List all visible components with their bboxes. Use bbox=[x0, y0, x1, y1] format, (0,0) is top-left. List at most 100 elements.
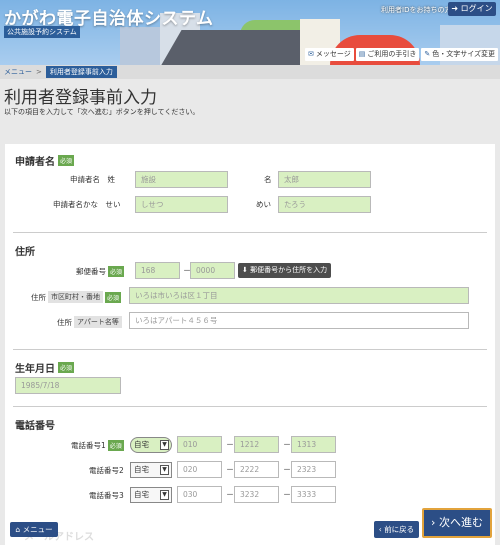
apartment-label: 住所 アパート名等 bbox=[57, 316, 124, 328]
breadcrumb-current: 利用者登録事前入力 bbox=[45, 66, 117, 78]
address-title-text: 住所 bbox=[15, 247, 35, 258]
message-link[interactable]: ✉ メッセージ bbox=[304, 48, 354, 61]
phone-section-title: 電話番号 bbox=[15, 417, 55, 432]
zip-lookup-button[interactable]: ⬇ 郵便番号から住所を入力 bbox=[238, 263, 332, 278]
login-button[interactable]: ➜ ログイン bbox=[448, 2, 496, 16]
form-panel: 申請者名 必須 申請者名 姓 施設 名 太郎 申請者名かな せい しせつ めい … bbox=[5, 144, 495, 545]
message-icon: ✉ bbox=[307, 50, 314, 58]
menu-button[interactable]: ⌂ メニュー bbox=[10, 522, 58, 537]
phone2-label: 電話番号2 bbox=[89, 466, 124, 475]
zip-label-text: 郵便番号 bbox=[76, 267, 106, 276]
road-illustration bbox=[158, 30, 322, 65]
next-button-label: 次へ進む bbox=[438, 516, 483, 529]
phone1-part3-input[interactable]: 1313 bbox=[291, 436, 336, 453]
kana-label: 申請者名かな せい bbox=[53, 200, 121, 209]
header-banner: かがわ電子自治体システム 公共施設予約システム 利用者IDをお持ちの方 ➜ ログ… bbox=[0, 0, 500, 65]
phone-dash: － bbox=[226, 440, 234, 449]
phone3-type-select[interactable]: 自宅 ▼ bbox=[130, 487, 172, 503]
required-badge: 必須 bbox=[58, 155, 75, 166]
address-input[interactable]: いろは市いろは区１丁目 bbox=[129, 287, 469, 304]
zip-label: 郵便番号 必須 bbox=[76, 266, 125, 277]
phone-dash: － bbox=[226, 465, 234, 474]
birthday-input[interactable]: 1985/7/18 bbox=[15, 377, 121, 394]
phone3-part1-input[interactable]: 030 bbox=[177, 486, 222, 503]
first-name-input[interactable]: 太郎 bbox=[278, 171, 371, 188]
login-label: ログイン bbox=[460, 4, 493, 13]
display-settings-label: 色・文字サイズ変更 bbox=[432, 50, 495, 58]
phone-dash: － bbox=[283, 490, 291, 499]
back-button-label: 前に戻る bbox=[384, 525, 415, 534]
address-label: 住所 市区町村・番地 必須 bbox=[31, 291, 122, 303]
phone3-part2-input[interactable]: 3232 bbox=[234, 486, 279, 503]
phone2-type-value: 自宅 bbox=[134, 465, 149, 474]
phone2-part1-input[interactable]: 020 bbox=[177, 461, 222, 478]
phone2-part3-input[interactable]: 2323 bbox=[291, 461, 336, 478]
login-icon: ➜ bbox=[451, 4, 459, 13]
phone2-type-select[interactable]: 自宅 ▼ bbox=[130, 462, 172, 478]
section-divider bbox=[13, 406, 487, 407]
phone-dash: － bbox=[226, 490, 234, 499]
phone3-label: 電話番号3 bbox=[89, 491, 124, 500]
has-user-id-link[interactable]: 利用者IDをお持ちの方 bbox=[381, 5, 451, 15]
first-name-label: 名 bbox=[264, 175, 272, 184]
guide-link[interactable]: ▤ ご利用の手引き bbox=[355, 48, 420, 61]
address-tag: 市区町村・番地 bbox=[48, 291, 103, 303]
display-settings-link[interactable]: ✎ 色・文字サイズ変更 bbox=[421, 48, 498, 61]
first-kana-label: めい bbox=[256, 200, 271, 209]
guide-link-label: ご利用の手引き bbox=[367, 50, 417, 58]
phone-title-text: 電話番号 bbox=[15, 421, 55, 432]
guide-icon: ▤ bbox=[358, 50, 366, 58]
last-name-kana-input[interactable]: しせつ bbox=[135, 196, 228, 213]
zip-first-input[interactable]: 168 bbox=[135, 262, 180, 279]
chevron-down-icon: ▼ bbox=[160, 440, 169, 450]
zip-lookup-label: 郵便番号から住所を入力 bbox=[250, 266, 328, 274]
required-badge: 必須 bbox=[58, 362, 75, 373]
phone1-label-text: 電話番号1 bbox=[71, 441, 106, 450]
birthday-section-title: 生年月日 必須 bbox=[15, 360, 75, 375]
birthday-title-text: 生年月日 bbox=[15, 364, 55, 375]
chevron-down-icon: ▼ bbox=[160, 465, 169, 475]
menu-button-label: メニュー bbox=[22, 525, 53, 534]
phone-dash: － bbox=[283, 465, 291, 474]
phone1-type-select[interactable]: 自宅 ▼ bbox=[130, 437, 172, 453]
chevron-right-icon: › bbox=[431, 516, 436, 529]
phone1-part2-input[interactable]: 1212 bbox=[234, 436, 279, 453]
applicant-title-text: 申請者名 bbox=[15, 157, 55, 168]
next-button[interactable]: › 次へ進む bbox=[422, 508, 492, 538]
phone1-type-value: 自宅 bbox=[134, 440, 149, 449]
pencil-icon: ✎ bbox=[424, 50, 431, 58]
zip-second-input[interactable]: 0000 bbox=[190, 262, 235, 279]
chevron-down-icon: ▼ bbox=[160, 490, 169, 500]
apartment-tag: アパート名等 bbox=[74, 316, 122, 328]
phone1-part1-input[interactable]: 010 bbox=[177, 436, 222, 453]
message-link-label: メッセージ bbox=[315, 50, 351, 58]
apartment-input[interactable]: いろはアパート４５６号 bbox=[129, 312, 469, 329]
section-divider bbox=[13, 349, 487, 350]
phone-dash: － bbox=[283, 440, 291, 449]
last-name-label: 申請者名 姓 bbox=[70, 175, 115, 184]
chevron-left-icon: ‹ bbox=[378, 525, 382, 534]
page-title: 利用者登録事前入力 bbox=[4, 88, 157, 108]
required-badge: 必須 bbox=[107, 440, 124, 451]
phone3-part3-input[interactable]: 3333 bbox=[291, 486, 336, 503]
section-divider bbox=[13, 232, 487, 233]
required-badge: 必須 bbox=[105, 291, 122, 303]
back-button[interactable]: ‹ 前に戻る bbox=[374, 521, 419, 538]
required-badge: 必須 bbox=[108, 266, 125, 277]
instruction-text: 以下の項目を入力して「次へ進む」ボタンを押してください。 bbox=[4, 108, 200, 116]
first-name-kana-input[interactable]: たろう bbox=[278, 196, 371, 213]
last-name-input[interactable]: 施設 bbox=[135, 171, 228, 188]
home-icon: ⌂ bbox=[15, 525, 21, 534]
address-section-title: 住所 bbox=[15, 243, 35, 258]
breadcrumb-menu-link[interactable]: メニュー bbox=[4, 67, 32, 77]
address-label-text: 住所 bbox=[31, 292, 46, 302]
phone3-type-value: 自宅 bbox=[134, 490, 149, 499]
breadcrumb-separator: > bbox=[36, 68, 42, 76]
phone1-label: 電話番号1 必須 bbox=[71, 440, 124, 451]
download-icon: ⬇ bbox=[242, 266, 248, 274]
header-links: ✉ メッセージ ▤ ご利用の手引き ✎ 色・文字サイズ変更 bbox=[304, 48, 498, 61]
app-subtitle: 公共施設予約システム bbox=[4, 26, 80, 38]
breadcrumb: メニュー > 利用者登録事前入力 bbox=[0, 65, 500, 79]
applicant-section-title: 申請者名 必須 bbox=[15, 153, 75, 168]
phone2-part2-input[interactable]: 2222 bbox=[234, 461, 279, 478]
